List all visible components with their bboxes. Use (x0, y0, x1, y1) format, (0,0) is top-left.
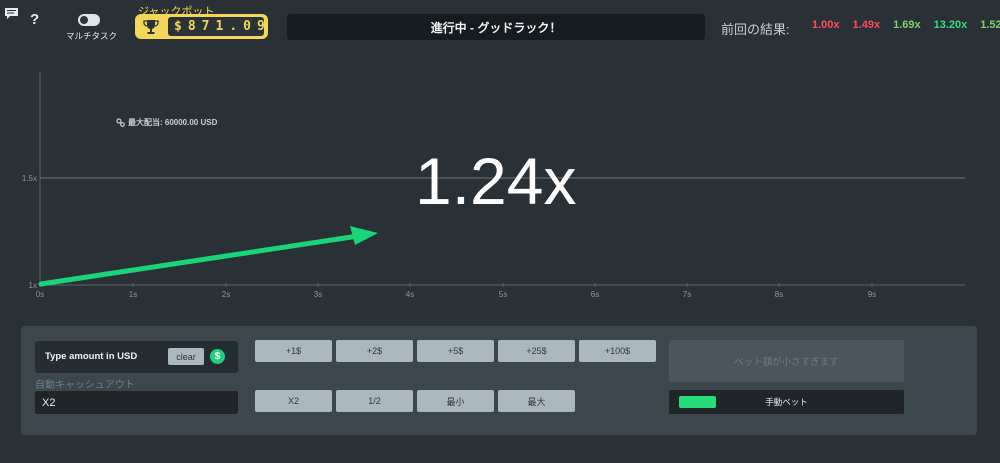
bet-panel: Type amount in USD clear $ 自動キャッシュアウト +1… (21, 326, 977, 435)
trophy-icon (139, 17, 163, 36)
chat-icon[interactable] (4, 7, 19, 20)
jackpot-char: 1 (215, 19, 229, 34)
add-25-button[interactable]: +25$ (498, 340, 575, 362)
x-tick-label: 8s (775, 290, 783, 299)
add-1-button[interactable]: +1$ (255, 340, 332, 362)
x-tick-label: 9s (868, 290, 876, 299)
previous-result: 1.52x (980, 19, 1000, 31)
previous-result: 13.20x (933, 19, 968, 31)
previous-result: 1.00x (812, 19, 840, 31)
max-payout: 最大配当: 60000.00 USD (116, 117, 217, 128)
toggle-knob (80, 16, 88, 24)
max-button[interactable]: 最大 (498, 390, 575, 412)
arrow-head-icon (350, 226, 378, 245)
x-tick-label: 2s (222, 290, 230, 299)
jackpot-box: $ 8 7 1 . 0 9 (135, 14, 268, 39)
x-tick-label: 3s (314, 290, 322, 299)
half-button[interactable]: 1/2 (336, 390, 413, 412)
previous-results-list: 1.00x 1.49x 1.69x 13.20x 1.52x (812, 19, 1000, 31)
jackpot-char: $ (174, 19, 187, 34)
top-bar: ? マルチタスク ジャックポット $ 8 7 1 . 0 9 進行中 - グッド… (0, 0, 1000, 48)
gear-icon (116, 118, 125, 127)
game-status-bar: 進行中 - グッドラック！ (287, 14, 705, 40)
jackpot-char: . (229, 19, 243, 34)
clear-button[interactable]: clear (168, 348, 204, 365)
place-bet-button[interactable]: ベット額が小さすぎます (669, 340, 904, 382)
jackpot-char: 8 (187, 19, 201, 34)
double-button[interactable]: X2 (255, 390, 332, 412)
y-tick-label: 1x (29, 281, 37, 290)
x-tick-label: 6s (591, 290, 599, 299)
crash-graph: 1.5x 1x 0s 1s 2s 3s 4s 5s 6s 7s 8s 9s 最大… (0, 48, 1000, 306)
jackpot-char: 9 (256, 19, 270, 34)
help-icon[interactable]: ? (30, 11, 39, 28)
dollar-icon: $ (210, 349, 225, 364)
max-payout-text: 最大配当: 60000.00 USD (128, 118, 218, 127)
bet-amount-placeholder: Type amount in USD (45, 351, 138, 362)
jackpot-char: 0 (243, 19, 256, 34)
add-100-button[interactable]: +100$ (579, 340, 656, 362)
auto-cashout-input[interactable] (35, 391, 238, 414)
current-multiplier: 1.24x (415, 144, 577, 218)
x-tick-label: 4s (406, 290, 414, 299)
previous-result: 1.69x (893, 19, 921, 31)
previous-result: 1.49x (852, 19, 881, 31)
jackpot-char: 7 (201, 19, 215, 34)
bet-amount-input[interactable]: Type amount in USD clear $ (35, 341, 238, 373)
x-tick-label: 0s (36, 290, 44, 299)
add-5-button[interactable]: +5$ (417, 340, 494, 362)
y-tick-label: 1.5x (22, 174, 37, 183)
multitask-toggle[interactable] (78, 14, 100, 26)
manual-bet-label: 手動ベット (765, 397, 808, 407)
jackpot-amount: $ 8 7 1 . 0 9 (168, 17, 265, 36)
add-2-button[interactable]: +2$ (336, 340, 413, 362)
auto-cashout-label: 自動キャッシュアウト (35, 380, 135, 391)
manual-bet-toggle-bar[interactable]: 手動ベット (669, 390, 904, 414)
multiplier-curve (38, 233, 361, 287)
previous-results-label: 前回の結果: (721, 22, 790, 37)
x-tick-label: 5s (499, 290, 507, 299)
x-tick-label: 7s (683, 290, 691, 299)
multitask-label: マルチタスク (66, 31, 118, 41)
x-tick-label: 1s (129, 290, 137, 299)
min-button[interactable]: 最小 (417, 390, 494, 412)
